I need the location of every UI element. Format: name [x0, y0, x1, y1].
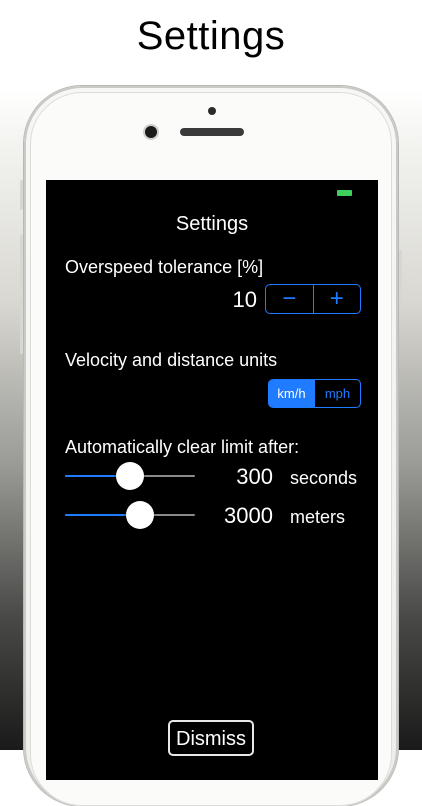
page-headline: Settings: [136, 14, 286, 58]
earpiece-speaker: [180, 128, 244, 136]
units-segmented-control: km/h mph: [268, 379, 361, 408]
battery-icon: [337, 190, 352, 196]
volume-down-button: [20, 300, 23, 354]
app-screen: Settings Overspeed tolerance [%] 10 − + …: [46, 180, 378, 780]
meters-slider-thumb[interactable]: [126, 501, 155, 529]
seconds-value: 300: [236, 464, 273, 489]
proximity-sensor: [208, 107, 216, 115]
seconds-slider-thumb[interactable]: [116, 462, 144, 490]
meters-value: 3000: [224, 503, 273, 528]
overspeed-value: 10: [232, 287, 257, 312]
silent-switch: [20, 180, 23, 210]
front-camera-icon: [145, 126, 157, 138]
seconds-slider[interactable]: [65, 461, 195, 491]
dismiss-button[interactable]: Dismiss: [168, 720, 254, 756]
screen-title: Settings: [175, 213, 249, 235]
units-label: Velocity and distance units: [65, 350, 278, 370]
meters-slider[interactable]: [65, 500, 195, 530]
auto-clear-label: Automatically clear limit after:: [65, 437, 300, 457]
decrement-button[interactable]: −: [266, 285, 313, 313]
meters-unit-label: meters: [290, 507, 346, 527]
increment-button[interactable]: +: [312, 285, 361, 313]
unit-option-mph[interactable]: mph: [314, 380, 360, 407]
overspeed-stepper: − +: [265, 284, 361, 314]
volume-up-button: [20, 235, 23, 289]
overspeed-label: Overspeed tolerance [%]: [65, 257, 264, 277]
seconds-unit-label: seconds: [290, 468, 358, 488]
power-button: [399, 250, 402, 304]
unit-option-kmh[interactable]: km/h: [269, 380, 314, 407]
